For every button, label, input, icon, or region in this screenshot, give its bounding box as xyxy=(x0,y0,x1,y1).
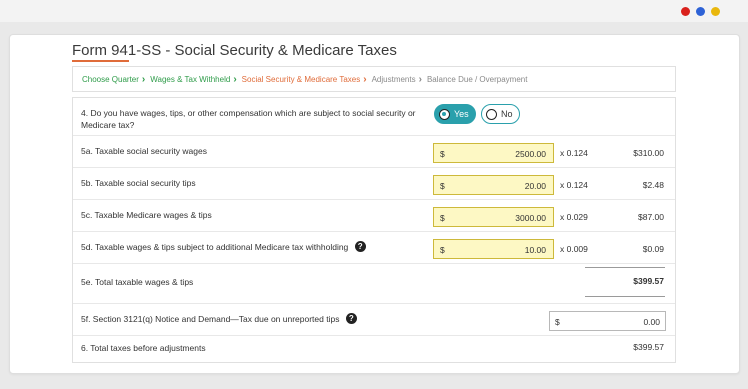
amount-value: 3000.00 xyxy=(515,213,546,223)
line-5c-multiplier: x 0.029 xyxy=(560,212,588,222)
line-5a-row: 5a. Taxable social security wages $ 2500… xyxy=(73,136,675,168)
breadcrumb: Choose Quarter › Wages & Tax Withheld › … xyxy=(72,66,676,92)
breadcrumb-step-balance-due[interactable]: Balance Due / Overpayment xyxy=(427,75,528,84)
line-5f-amount-input[interactable]: $ 0.00 xyxy=(549,311,666,331)
help-icon[interactable]: ? xyxy=(354,241,366,253)
chevron-right-icon: › xyxy=(418,73,422,85)
line-5d-multiplier: x 0.009 xyxy=(560,244,588,254)
amount-value: 20.00 xyxy=(524,181,546,191)
line-5a-label: 5a. Taxable social security wages xyxy=(81,146,207,156)
title-underline xyxy=(72,60,129,62)
line-5f-label-wrap: 5f. Section 3121(q) Notice and Demand—Ta… xyxy=(81,313,357,325)
window-maximize-dot[interactable] xyxy=(711,7,720,16)
line-5f-row: 5f. Section 3121(q) Notice and Demand—Ta… xyxy=(73,304,675,336)
line-5d-row: 5d. Taxable wages & tips subject to addi… xyxy=(73,232,675,264)
chevron-right-icon: › xyxy=(233,73,237,85)
chevron-right-icon: › xyxy=(141,73,146,85)
line-6-row: 6. Total taxes before adjustments $399.5… xyxy=(73,336,675,362)
line-5b-amount-input[interactable]: $ 20.00 xyxy=(433,175,554,195)
line-5a-result: $310.00 xyxy=(633,148,664,158)
line-5d-label-wrap: 5d. Taxable wages & tips subject to addi… xyxy=(81,241,366,253)
line-5b-label: 5b. Taxable social security tips xyxy=(81,178,196,188)
line-5b-result: $2.48 xyxy=(642,180,664,190)
line-5a-multiplier: x 0.124 xyxy=(560,148,588,158)
radio-unselected-icon xyxy=(486,108,497,120)
breadcrumb-step-wages-tax-withheld[interactable]: Wages & Tax Withheld › xyxy=(150,74,241,85)
line-5a-amount-input[interactable]: $ 2500.00 xyxy=(433,143,554,163)
yes-label: Yes xyxy=(454,109,469,119)
breadcrumb-step-label: Balance Due / Overpayment xyxy=(426,74,528,84)
breadcrumb-step-adjustments[interactable]: Adjustments › xyxy=(372,74,427,85)
line-5e-total: $399.57 xyxy=(633,276,664,286)
line-5e-row: 5e. Total taxable wages & tips $399.57 xyxy=(73,264,675,304)
yes-toggle-button[interactable]: Yes xyxy=(434,104,476,124)
no-label: No xyxy=(501,109,513,119)
currency-symbol: $ xyxy=(440,245,445,255)
breadcrumb-step-label: Social Security & Medicare Taxes xyxy=(241,74,361,84)
chevron-right-icon: › xyxy=(363,73,367,85)
amount-value: 2500.00 xyxy=(515,149,546,159)
window-minimize-dot[interactable] xyxy=(696,7,705,16)
line-5c-label: 5c. Taxable Medicare wages & tips xyxy=(81,210,212,220)
line-6-total: $399.57 xyxy=(633,342,664,352)
line-5c-row: 5c. Taxable Medicare wages & tips $ 3000… xyxy=(73,200,675,232)
window-close-dot[interactable] xyxy=(681,7,690,16)
radio-selected-icon xyxy=(439,108,450,120)
line-5d-label: 5d. Taxable wages & tips subject to addi… xyxy=(81,242,349,252)
line-5e-label: 5e. Total taxable wages & tips xyxy=(81,277,194,287)
amount-value: 0.00 xyxy=(643,317,660,327)
browser-top-bar xyxy=(0,0,748,22)
currency-symbol: $ xyxy=(440,149,445,159)
breadcrumb-step-choose-quarter[interactable]: Choose Quarter › xyxy=(82,74,150,85)
currency-symbol: $ xyxy=(440,181,445,191)
line-5d-result: $0.09 xyxy=(642,244,664,254)
tax-lines-table: 4. Do you have wages, tips, or other com… xyxy=(72,97,676,363)
no-toggle-button[interactable]: No xyxy=(481,104,520,124)
line-4-question: 4. Do you have wages, tips, or other com… xyxy=(81,108,416,130)
amount-value: 10.00 xyxy=(524,245,546,255)
currency-symbol: $ xyxy=(440,213,445,223)
line-5c-amount-input[interactable]: $ 3000.00 xyxy=(433,207,554,227)
total-divider-top xyxy=(585,267,665,268)
line-6-label: 6. Total taxes before adjustments xyxy=(81,343,206,353)
line-5d-amount-input[interactable]: $ 10.00 xyxy=(433,239,554,259)
breadcrumb-step-label: Adjustments xyxy=(371,74,416,84)
breadcrumb-step-label: Wages & Tax Withheld xyxy=(150,74,231,84)
page-title: Form 941-SS - Social Security & Medicare… xyxy=(72,42,397,59)
breadcrumb-step-ss-medicare-taxes[interactable]: Social Security & Medicare Taxes › xyxy=(242,74,372,85)
line-5c-result: $87.00 xyxy=(638,212,664,222)
breadcrumb-step-label: Choose Quarter xyxy=(82,74,139,84)
line-5b-multiplier: x 0.124 xyxy=(560,180,588,190)
line-5f-label: 5f. Section 3121(q) Notice and Demand—Ta… xyxy=(81,314,340,324)
line-4-row: 4. Do you have wages, tips, or other com… xyxy=(73,98,675,136)
help-icon[interactable]: ? xyxy=(345,313,357,325)
line-5b-row: 5b. Taxable social security tips $ 20.00… xyxy=(73,168,675,200)
currency-symbol: $ xyxy=(555,317,560,327)
total-divider-bottom xyxy=(585,296,665,297)
